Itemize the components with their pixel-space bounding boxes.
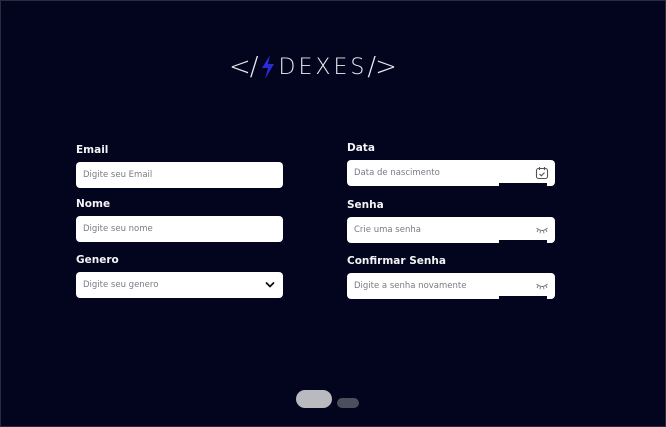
chevron-down-icon[interactable] [263,278,277,292]
genero-select[interactable] [76,272,283,298]
senha-input[interactable] [347,218,531,242]
senha-label: Senha [347,199,384,211]
dexes-logo: </ DEXES /> [229,50,397,84]
email-input[interactable] [76,163,260,187]
eye-closed-icon[interactable] [535,279,549,293]
page-indicator[interactable] [337,398,359,408]
data-input-box[interactable] [347,160,555,186]
calendar-check-icon[interactable] [535,166,549,180]
genero-input[interactable] [76,273,260,297]
page-indicator-active[interactable] [296,390,332,408]
data-input[interactable] [347,161,531,185]
step-pagination [296,390,359,408]
nome-input-box[interactable] [76,216,283,242]
logo-wordmark: DEXES [278,54,368,80]
lightning-bolt-icon [261,55,274,79]
senha-field-group: Senha [347,199,555,243]
email-field-group: Email [76,144,283,188]
confirmar-senha-input-box[interactable] [347,273,555,299]
nome-label: Nome [76,198,111,210]
logo-left-bracket: </ [229,52,259,82]
data-field-group: Data [347,142,555,186]
confirmar-senha-input[interactable] [347,274,531,298]
eye-closed-icon[interactable] [535,223,549,237]
data-label: Data [347,142,375,154]
input-divider [499,296,547,299]
input-divider [499,240,547,243]
logo-right-bracket: /> [367,52,397,82]
nome-field-group: Nome [76,198,283,242]
genero-field-group: Genero [76,254,283,298]
senha-input-box[interactable] [347,217,555,243]
nome-input[interactable] [76,217,260,241]
genero-label: Genero [76,254,119,266]
email-label: Email [76,144,109,156]
input-divider [499,183,547,186]
confirmar-senha-label: Confirmar Senha [347,255,446,267]
email-input-box[interactable] [76,162,283,188]
confirmar-senha-field-group: Confirmar Senha [347,255,555,299]
